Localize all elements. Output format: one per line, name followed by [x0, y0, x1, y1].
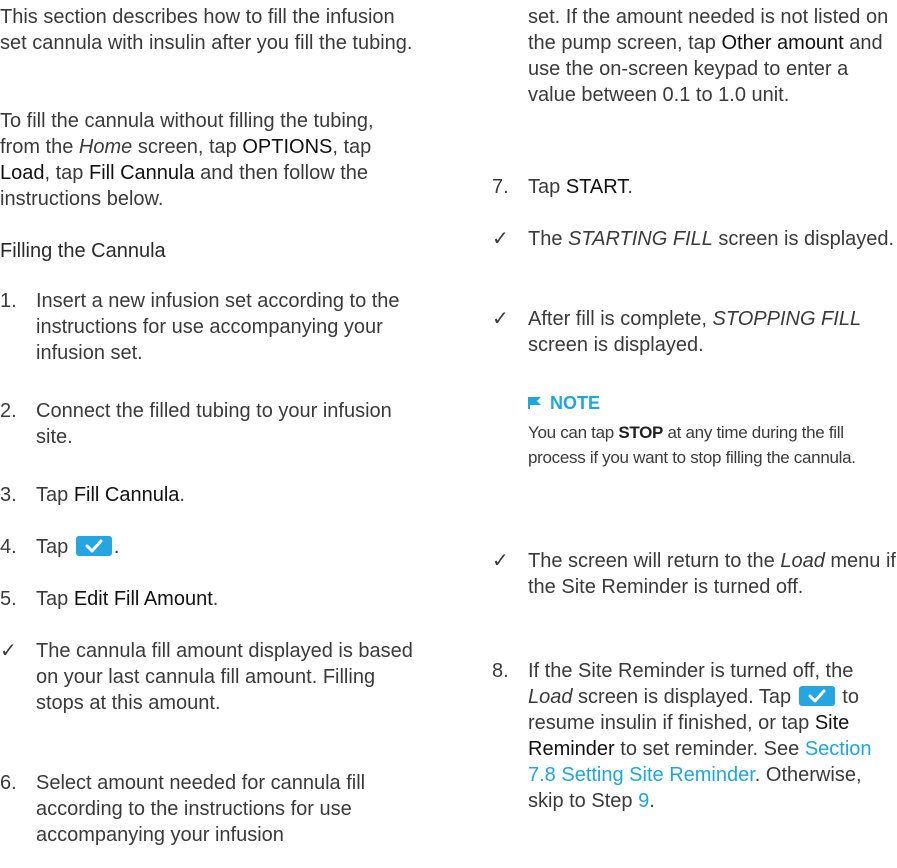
intro-paragraph: This section describes how to fill the i… [0, 6, 413, 54]
note-heading: NOTE [528, 390, 897, 416]
flag-icon [528, 397, 541, 409]
stop-label: STOP [618, 423, 664, 442]
checkmark-button-icon [798, 686, 835, 706]
checkmark-icon: ✓ [492, 550, 509, 572]
step-6-continued: set. If the amount needed is not listed … [528, 6, 889, 106]
note-box: NOTE You can tap STOP at any time during… [528, 390, 897, 470]
fill-without-tubing-paragraph: To fill the cannula without filling the … [0, 110, 374, 210]
checkmark-icon: ✓ [492, 228, 509, 250]
checkmark-button-icon [75, 536, 112, 556]
section-heading: Filling the Cannula [0, 240, 166, 262]
options-label: OPTIONS [242, 136, 333, 158]
note-text: You can tap STOP at any time during the … [528, 423, 856, 467]
step-9-link[interactable]: 9 [638, 790, 649, 812]
checkmark-icon: ✓ [492, 308, 509, 330]
load-label: Load [0, 162, 45, 184]
checkmark-icon: ✓ [0, 640, 17, 662]
fill-cannula-label: Fill Cannula [88, 162, 195, 184]
